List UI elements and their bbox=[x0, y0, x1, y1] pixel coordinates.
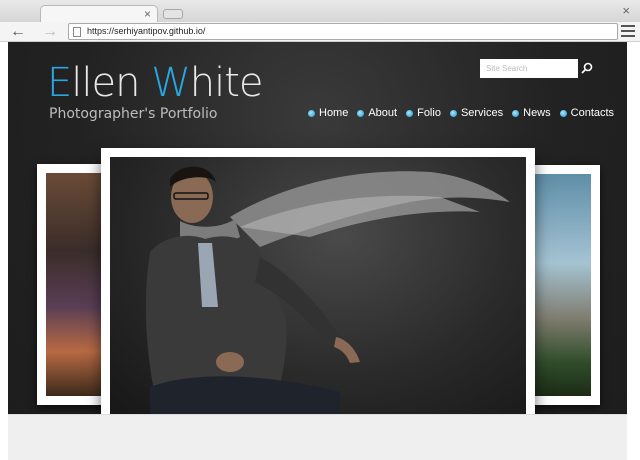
tab-strip: × × bbox=[0, 0, 640, 22]
bullet-icon bbox=[512, 109, 520, 117]
bullet-icon bbox=[559, 109, 567, 117]
tab-close-icon[interactable]: × bbox=[144, 7, 151, 21]
site-logo[interactable]: Ellen White bbox=[47, 60, 264, 106]
slide-current[interactable] bbox=[101, 148, 535, 414]
nav-item-folio[interactable]: Folio bbox=[406, 107, 441, 119]
site-tagline: Photographer's Portfolio bbox=[49, 106, 218, 122]
website-header: Ellen White Photographer's Portfolio Hom… bbox=[8, 42, 627, 414]
site-search-input[interactable] bbox=[480, 59, 578, 78]
url-text[interactable]: https://serhiyantipov.github.io/ bbox=[87, 26, 205, 36]
back-arrow-icon[interactable]: ← bbox=[10, 23, 26, 40]
bullet-icon bbox=[308, 109, 315, 117]
window-close-icon[interactable]: × bbox=[622, 3, 630, 18]
menu-icon[interactable] bbox=[621, 25, 635, 40]
search-icon[interactable] bbox=[580, 61, 594, 75]
slide-next-photo bbox=[533, 174, 591, 396]
forward-arrow-icon[interactable]: → bbox=[42, 23, 58, 40]
new-tab-button[interactable] bbox=[163, 9, 183, 19]
browser-toolbar: ← → https://serhiyantipov.github.io/ bbox=[0, 22, 640, 42]
nav-item-services[interactable]: Services bbox=[449, 107, 503, 119]
bullet-icon bbox=[357, 109, 365, 117]
nav-item-news[interactable]: News bbox=[512, 107, 551, 119]
featured-photo bbox=[110, 157, 526, 414]
bullet-icon bbox=[406, 109, 414, 117]
browser-tab[interactable]: × bbox=[40, 5, 158, 22]
page-footer-area bbox=[8, 414, 627, 460]
slide-prev-photo bbox=[46, 173, 104, 396]
slide-next[interactable] bbox=[524, 165, 600, 405]
main-nav: Home About Folio Services News Contacts bbox=[308, 107, 614, 119]
nav-item-home[interactable]: Home bbox=[308, 107, 348, 119]
bullet-icon bbox=[449, 109, 457, 117]
nav-item-about[interactable]: About bbox=[357, 107, 397, 119]
address-bar[interactable]: https://serhiyantipov.github.io/ bbox=[68, 23, 618, 40]
portrait-illustration bbox=[145, 166, 510, 414]
nav-item-contacts[interactable]: Contacts bbox=[559, 107, 614, 119]
page-icon bbox=[73, 27, 81, 37]
